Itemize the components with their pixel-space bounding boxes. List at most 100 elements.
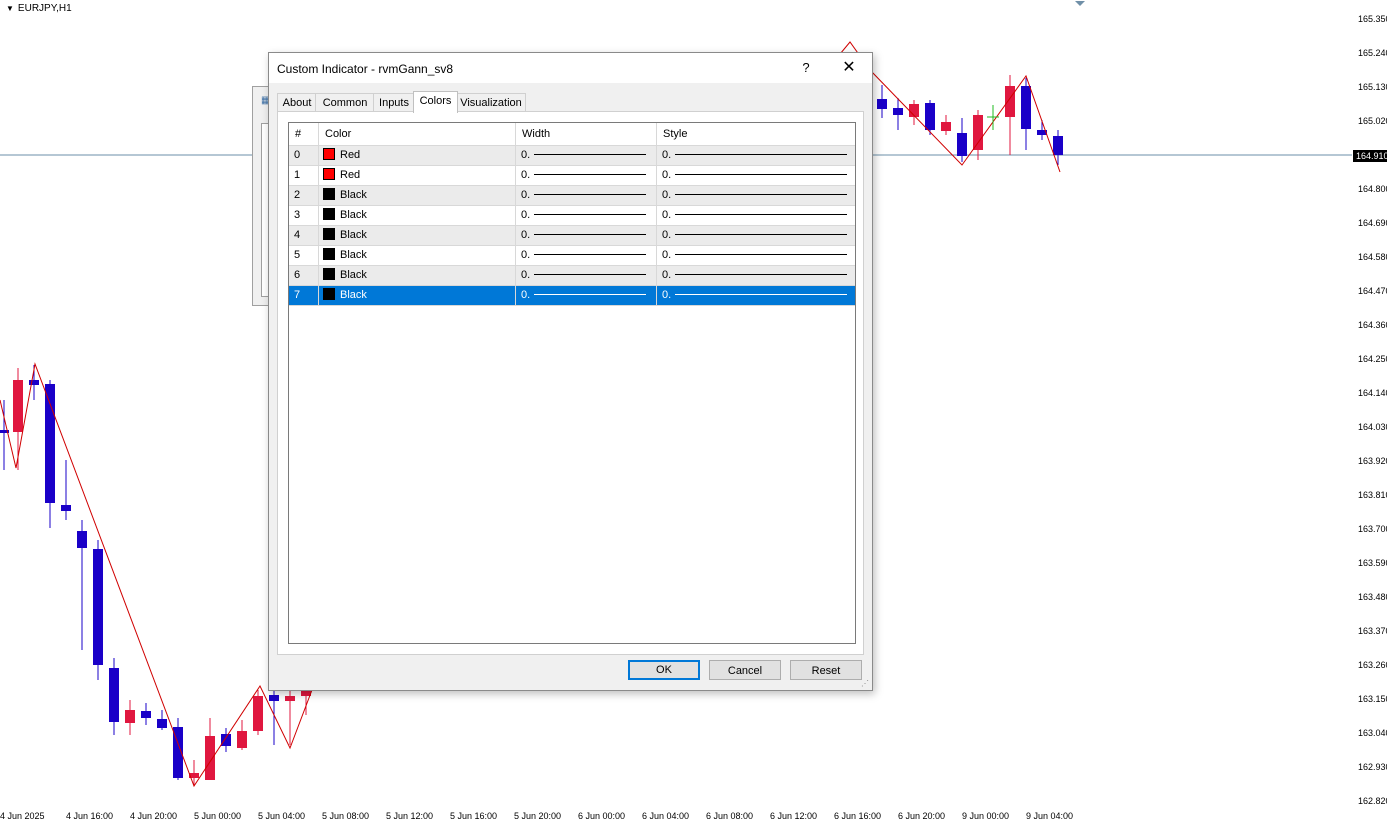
header-index[interactable]: #: [289, 123, 319, 145]
time-tick-label: 5 Jun 20:00: [514, 811, 562, 821]
close-icon[interactable]: ✕: [839, 57, 859, 77]
header-color[interactable]: Color: [319, 123, 516, 145]
tab-visualization[interactable]: Visualization: [456, 93, 526, 112]
color-cell[interactable]: Black: [319, 286, 516, 305]
style-cell[interactable]: 0.: [657, 166, 855, 185]
candle-body: [269, 695, 279, 701]
colors-grid: # Color Width Style 0 Red 0. 0. 1 Red 0. 0. 2 Bla…: [288, 122, 856, 644]
price-tick-label: 164.800: [1358, 184, 1387, 194]
time-tick-label: 6 Jun 20:00: [898, 811, 946, 821]
price-tick-label: 163.700: [1358, 524, 1387, 534]
width-value: 0.: [521, 289, 531, 301]
tab-inputs[interactable]: Inputs: [373, 93, 415, 112]
style-cell[interactable]: 0.: [657, 206, 855, 225]
color-cell[interactable]: Black: [319, 266, 516, 285]
color-row[interactable]: 3 Black 0. 0.: [289, 206, 855, 226]
candle-body: [925, 103, 935, 130]
width-cell[interactable]: 0.: [516, 146, 657, 165]
width-line-preview: [534, 274, 647, 275]
time-tick-label: 5 Jun 12:00: [386, 811, 434, 821]
color-swatch: [323, 248, 335, 260]
width-line-preview: [534, 214, 647, 215]
header-width[interactable]: Width: [516, 123, 657, 145]
cancel-button[interactable]: Cancel: [709, 660, 781, 680]
scroll-marker-icon[interactable]: [1075, 1, 1085, 6]
reset-button[interactable]: Reset: [790, 660, 862, 680]
style-line-preview: [675, 194, 848, 195]
header-style[interactable]: Style: [657, 123, 855, 145]
color-row[interactable]: 7 Black 0. 0.: [289, 286, 855, 306]
price-tick-label: 163.040: [1358, 728, 1387, 738]
width-cell[interactable]: 0.: [516, 246, 657, 265]
width-cell[interactable]: 0.: [516, 206, 657, 225]
style-cell[interactable]: 0.: [657, 246, 855, 265]
color-swatch: [323, 188, 335, 200]
width-cell[interactable]: 0.: [516, 286, 657, 305]
style-value: 0.: [662, 289, 672, 301]
candle-body: [61, 505, 71, 511]
candle-body: [13, 380, 23, 432]
color-cell[interactable]: Red: [319, 146, 516, 165]
width-cell[interactable]: 0.: [516, 186, 657, 205]
time-tick-label: 6 Jun 00:00: [578, 811, 626, 821]
style-cell[interactable]: 0.: [657, 266, 855, 285]
tab-common[interactable]: Common: [315, 93, 375, 112]
color-row[interactable]: 0 Red 0. 0.: [289, 146, 855, 166]
color-cell[interactable]: Red: [319, 166, 516, 185]
color-cell[interactable]: Black: [319, 226, 516, 245]
style-cell[interactable]: 0.: [657, 146, 855, 165]
width-line-preview: [534, 254, 647, 255]
dialog-title: Custom Indicator - rvmGann_sv8: [277, 62, 454, 76]
color-row[interactable]: 5 Black 0. 0.: [289, 246, 855, 266]
price-tick-label: 163.150: [1358, 694, 1387, 704]
dropdown-triangle-icon[interactable]: ▼: [6, 4, 14, 13]
style-cell[interactable]: 0.: [657, 286, 855, 305]
color-row[interactable]: 1 Red 0. 0.: [289, 166, 855, 186]
width-line-preview: [534, 294, 647, 295]
color-row[interactable]: 2 Black 0. 0.: [289, 186, 855, 206]
width-cell[interactable]: 0.: [516, 226, 657, 245]
row-index: 3: [289, 206, 319, 225]
row-index: 5: [289, 246, 319, 265]
row-index: 2: [289, 186, 319, 205]
candle-body: [957, 133, 967, 156]
help-icon[interactable]: ?: [799, 60, 813, 75]
ok-button[interactable]: OK: [628, 660, 700, 680]
tab-colors[interactable]: Colors: [413, 91, 458, 113]
candle-body: [29, 380, 39, 385]
style-cell[interactable]: 0.: [657, 226, 855, 245]
color-cell[interactable]: Black: [319, 186, 516, 205]
color-row[interactable]: 6 Black 0. 0.: [289, 266, 855, 286]
time-tick-label: 6 Jun 16:00: [834, 811, 882, 821]
time-tick-label: 6 Jun 08:00: [706, 811, 754, 821]
resize-grip-icon[interactable]: ⋰: [861, 679, 869, 688]
color-cell[interactable]: Black: [319, 246, 516, 265]
custom-indicator-dialog: Custom Indicator - rvmGann_sv8 ? ✕ About…: [268, 52, 873, 691]
width-cell[interactable]: 0.: [516, 266, 657, 285]
tab-about[interactable]: About: [277, 93, 317, 112]
style-value: 0.: [662, 229, 672, 241]
color-name: Black: [340, 249, 367, 261]
style-line-preview: [675, 154, 848, 155]
candle-body: [973, 115, 983, 150]
candle-body: [157, 719, 167, 728]
chart-symbol-title[interactable]: ▼ EURJPY,H1: [6, 3, 72, 14]
candle-body: [941, 122, 951, 131]
style-cell[interactable]: 0.: [657, 186, 855, 205]
row-index: 1: [289, 166, 319, 185]
price-tick-label: 163.810: [1358, 490, 1387, 500]
time-tick-label: 5 Jun 08:00: [322, 811, 370, 821]
width-value: 0.: [521, 169, 531, 181]
color-row[interactable]: 4 Black 0. 0.: [289, 226, 855, 246]
price-tick-label: 164.360: [1358, 320, 1387, 330]
dialog-titlebar[interactable]: Custom Indicator - rvmGann_sv8 ? ✕: [269, 53, 872, 83]
color-name: Black: [340, 289, 367, 301]
candle-body: [877, 99, 887, 109]
time-tick-label: 4 Jun 20:00: [130, 811, 178, 821]
width-cell[interactable]: 0.: [516, 166, 657, 185]
price-tick-label: 165.020: [1358, 116, 1387, 126]
style-value: 0.: [662, 149, 672, 161]
color-cell[interactable]: Black: [319, 206, 516, 225]
time-tick-label: 5 Jun 16:00: [450, 811, 498, 821]
width-line-preview: [534, 154, 647, 155]
